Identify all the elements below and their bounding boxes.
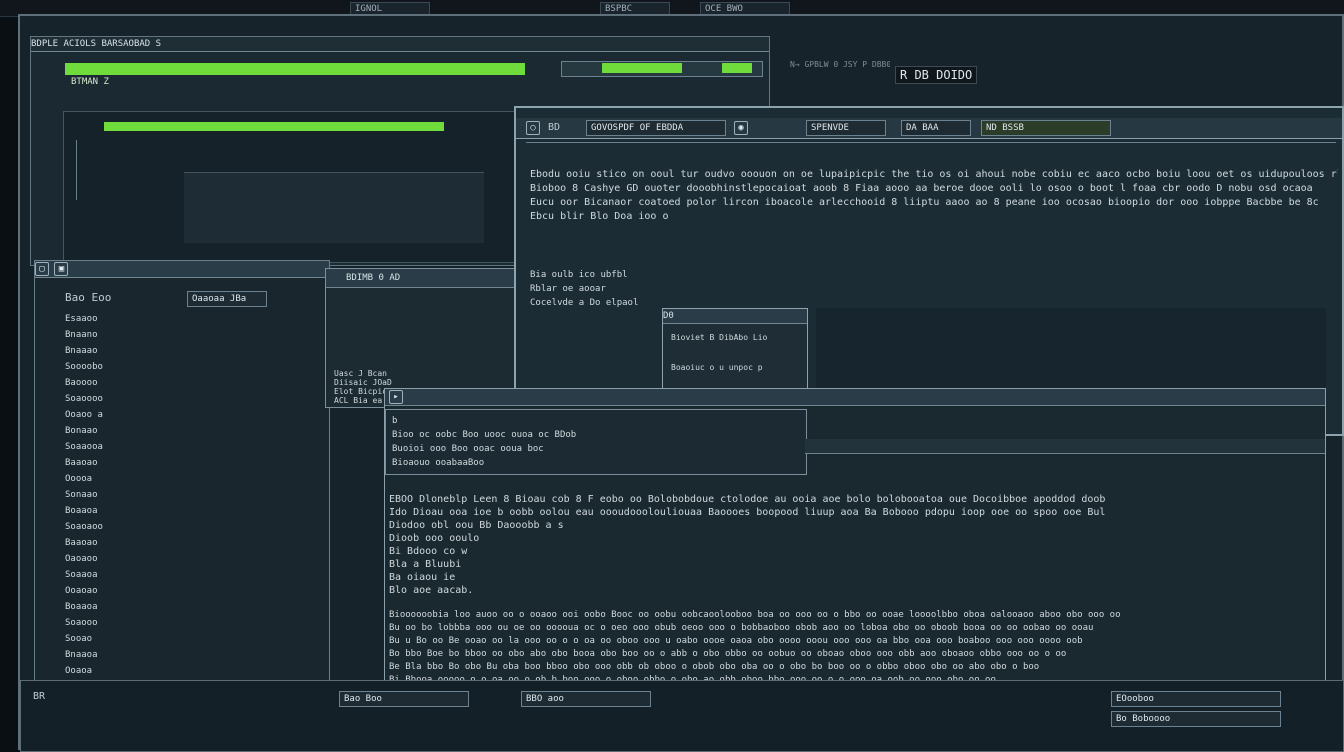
paragraph-line: Eucu oor Bicanaor coatoed polor lircon i…	[530, 197, 1319, 208]
sidebar-item[interactable]: Soaoooo	[65, 391, 145, 407]
small-line: Rblar oe aooar	[530, 284, 606, 294]
dense-line: Bu oo bo lobbba ooo ou oe oo ooooua oc o…	[389, 623, 1094, 633]
status-mid-label-1[interactable]: Bao Boo	[339, 691, 469, 707]
sidebar-item[interactable]: Soooobo	[65, 359, 145, 375]
text-line: Dioob ooo ooulo	[389, 533, 480, 544]
arrow-icon[interactable]: ▸	[389, 389, 403, 404]
inner-dialog-line-2: Boaoiuc o u unpoc p	[671, 363, 763, 372]
sidebar-item[interactable]: Soaoaoo	[65, 519, 145, 535]
close-icon[interactable]: ◉	[734, 121, 748, 135]
right-window-toolbar: ○ BD GOVOSPDF OF EBDDA ◉ SPENVDE DA BAA …	[516, 118, 1342, 139]
inner-dialog: D0 Bioviet B DibAbo Lio Boaoiuc o u unpo…	[662, 308, 808, 400]
sidebar-item[interactable]: Sooao	[65, 631, 145, 647]
dense-line: Bioooooobia loo auoo oo o ooaoo ooi oobo…	[389, 610, 1121, 620]
bottom-window-text: EBOO Dloneblp Leen 8 Bioau cob 8 F eobo …	[389, 493, 1309, 597]
sidebar-item[interactable]: Baoooo	[65, 375, 145, 391]
sidebar-item[interactable]: Ooaoa	[65, 663, 145, 679]
sidebar-item[interactable]: Bnaaao	[65, 343, 145, 359]
right-window-small-lines: Bia oulb ico ubfbl Rblar oe aooar Cocelvde…	[530, 268, 670, 310]
paragraph-line: Ebcu blir Blo Doa ioo o	[530, 211, 669, 222]
sidebar-item[interactable]: Sonaao	[65, 487, 145, 503]
toolbar-item-3[interactable]: SPENVDE	[806, 120, 886, 136]
bottom-window-titlebar: ▸	[385, 389, 1325, 406]
inner-dialog-line-1: Bioviet B DibAbo Lio	[671, 333, 768, 342]
dense-line: Bo bbo Boe bo bboo oo obo abo obo booa o…	[389, 649, 1067, 659]
sidebar-item[interactable]: Bnaaoa	[65, 647, 145, 663]
back-window-progress	[65, 63, 525, 75]
status-mid-label-2[interactable]: BBO aoo	[521, 691, 651, 707]
status-right-label-2[interactable]: Bo Boboooo	[1111, 711, 1281, 727]
terminal-icon[interactable]: ▣	[54, 261, 69, 276]
dense-line: Be Bla bbo Bo obo Bu oba boo bboo obo oo…	[389, 662, 1040, 672]
status-right-label-1[interactable]: EOooboo	[1111, 691, 1281, 707]
text-line: Blo aoe aacab.	[389, 585, 474, 596]
text-line: Bi Bdooo co w	[389, 546, 468, 557]
sidebar-item[interactable]: Ooooa	[65, 471, 145, 487]
text-line: EBOO Dloneblp Leen 8 Bioau cob 8 F eobo …	[389, 494, 1106, 505]
back-window-status: BTMAN Ζ	[71, 77, 109, 87]
monitor-header: N→ GPBLW 0 JSY P DBB0 WHOOLO AD	[790, 60, 890, 69]
sidebar-item[interactable]: Bnaano	[65, 327, 145, 343]
back-window-panel	[63, 111, 545, 263]
bottom-status-bar: BR Bao Boo BBO aoo EOooboo Bo Boboooo	[20, 680, 1344, 752]
text-line: Bla a Bluubi	[389, 559, 462, 570]
back-window-tree	[76, 140, 147, 200]
sidebar-item[interactable]: Soaaoa	[65, 567, 145, 583]
back-window-menu[interactable]: BDPLE ACIOLS BARSAOBAD S	[31, 37, 769, 52]
paragraph-line: Ebodu ooiu stico on ooul tur oudvo ooouo…	[530, 169, 1338, 180]
list-item[interactable]: Bioo oc oobc Boo uooc ouoa oc BDob	[392, 428, 792, 442]
text-line: Ido Dioau ooa ioe b oobb oolou eau oooud…	[389, 507, 1106, 518]
list-item[interactable]: Bioaouo ooabaaBoo	[392, 456, 792, 470]
small-line: Bia oulb ico ubfbl	[530, 270, 628, 280]
toolbar-item-1[interactable]: BD	[548, 122, 560, 133]
sidebar-item[interactable]: Esaaoo	[65, 311, 145, 327]
sidebar-item[interactable]: Baaoao	[65, 535, 145, 551]
small-line: Cocelvde a Do elpaol	[530, 298, 639, 308]
inner-dialog-title: D0	[663, 309, 807, 324]
sidebar-item[interactable]: Ooaoao	[65, 583, 145, 599]
left-sidebar-window: ▢ ▣ Bao Eoo Oaaoaa JBa Esaaoo Bnaano Bnaaa…	[34, 260, 330, 750]
folder-icon[interactable]: ▢	[35, 261, 49, 276]
sidebar-item[interactable]: Ooaoo a	[65, 407, 145, 423]
left-sidebar-list: Esaaoo Bnaano Bnaaao Soooobo Baoooo Soaoooo Oo…	[65, 311, 145, 691]
bottom-window-header-strip	[805, 439, 1325, 454]
monitor-badge: R DB DOIDO	[895, 66, 978, 84]
status-left-label: BR	[33, 691, 46, 702]
sidebar-item[interactable]: Bonaao	[65, 423, 145, 439]
right-window: ○ BD GOVOSPDF OF EBDDA ◉ SPENVDE DA BAA …	[514, 106, 1344, 436]
left-sidebar-header: Bao Eoo	[65, 291, 112, 304]
settings-icon[interactable]: ○	[526, 121, 540, 135]
text-line: Diodoo obl oou Bb Daooobb a s	[389, 520, 564, 531]
left-sidebar-titlebar: ▢ ▣	[35, 261, 329, 278]
toolbar-item-5[interactable]: ND BSSB	[981, 120, 1111, 136]
monitor-screen: BDPLE ACIOLS BARSAOBAD S BTMAN Ζ R DB DO…	[18, 14, 1344, 752]
mid-window: BDIMB 0 AD Uasc J Bcan Diisaic JOaD Elot B…	[325, 268, 535, 408]
toolbar-item-2[interactable]: GOVOSPDF OF EBDDA	[586, 120, 726, 136]
list-item[interactable]: Buoioi ooo Boo ooac ooua boc	[392, 442, 792, 456]
right-window-ruler	[526, 142, 1336, 149]
back-window-chart-area	[184, 172, 484, 243]
mid-window-title: BDIMB 0 AD	[346, 273, 401, 283]
mid-window-titlebar: BDIMB 0 AD	[326, 269, 534, 288]
sidebar-item[interactable]: Soaaooa	[65, 439, 145, 455]
back-window-toolbar[interactable]	[561, 61, 763, 77]
left-sidebar-field[interactable]: Oaaoaa JBa	[187, 291, 267, 307]
list-item[interactable]: b	[392, 414, 792, 428]
sidebar-item[interactable]: Boaaoa	[65, 503, 145, 519]
mid-window-field: Uasc J Bcan	[334, 369, 387, 378]
mid-window-field: Diisaic JOaD	[334, 378, 392, 387]
sidebar-item[interactable]: Baaoao	[65, 455, 145, 471]
bottom-window-list: b Bioo oc oobc Boo uooc ouoa oc BDob Buoio…	[385, 409, 807, 475]
toolbar-item-4[interactable]: DA BAA	[901, 120, 971, 136]
dense-line: Bu u Bo oo Be ooao oo la ooo oo o o oa o…	[389, 636, 1083, 646]
right-window-paragraph: Ebodu ooiu stico on ooul tur oudvo ooouo…	[530, 168, 1338, 224]
sidebar-item[interactable]: Soaooo	[65, 615, 145, 631]
sidebar-item[interactable]: Oaoaoo	[65, 551, 145, 567]
back-window-row-bar	[104, 122, 444, 131]
sidebar-item[interactable]: Boaaoa	[65, 599, 145, 615]
text-line: Ba oiaou ie	[389, 572, 456, 583]
paragraph-line: Bioboo 8 Cashye GD ouoter dooobhinstlepo…	[530, 183, 1313, 194]
